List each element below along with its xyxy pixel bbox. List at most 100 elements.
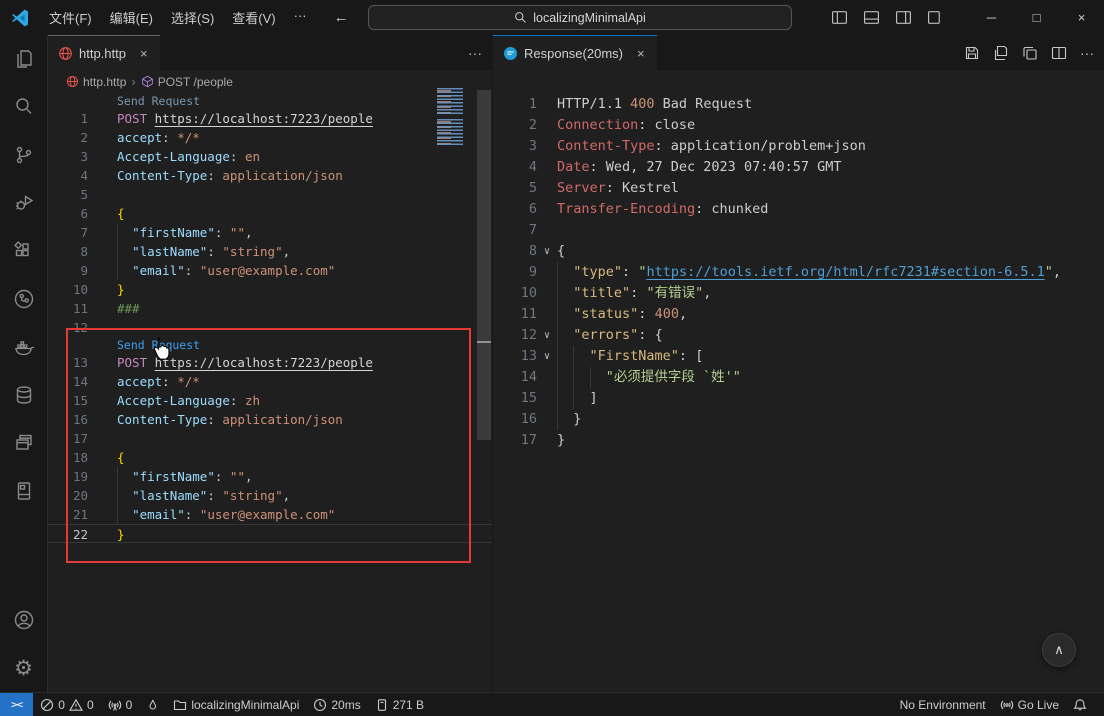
sidebar-item-extensions[interactable] (0, 227, 48, 275)
menu-more[interactable]: ··· (285, 4, 316, 31)
code-line[interactable]: 4Date: Wed, 27 Dec 2023 07:40:57 GMT (493, 157, 1104, 178)
scroll-to-top-button[interactable]: ∧ (1042, 633, 1076, 667)
code-text: "必须提供字段 `姓'" (557, 367, 1104, 388)
toggle-sidebar-icon[interactable] (828, 6, 851, 29)
code-line[interactable]: 8∨{ (493, 241, 1104, 262)
line-number: 8 (493, 241, 537, 262)
accounts-button[interactable] (0, 596, 48, 644)
code-line[interactable]: 11### (48, 299, 492, 318)
code-line[interactable]: 10} (48, 280, 492, 299)
code-line[interactable]: 5Server: Kestrel (493, 178, 1104, 199)
response-time-status[interactable]: 20ms (306, 693, 367, 716)
line-number: 6 (493, 199, 537, 220)
token: "" (230, 225, 245, 240)
toggle-panel-icon[interactable] (860, 6, 883, 29)
fold-spacer (537, 262, 557, 283)
breadcrumb-file[interactable]: http.http (66, 75, 126, 89)
workspace-status[interactable]: localizingMinimalApi (166, 693, 306, 716)
sidebar-item-gitlens[interactable] (0, 275, 48, 323)
close-tab-icon[interactable]: × (138, 46, 150, 61)
fold-icon[interactable]: ∨ (537, 325, 557, 346)
settings-button[interactable]: ⚙ (0, 644, 48, 692)
tab-http-file[interactable]: http.http × (48, 35, 160, 70)
toggle-secondary-sidebar-icon[interactable] (892, 6, 915, 29)
problems-status[interactable]: 0 0 (33, 693, 100, 716)
token (117, 225, 132, 240)
menu-item-edit[interactable]: 编辑(E) (101, 4, 162, 31)
sidebar-item-run-debug[interactable] (0, 179, 48, 227)
code-line[interactable]: 12∨ "errors": { (493, 325, 1104, 346)
code-line[interactable]: 4Content-Type: application/json (48, 166, 492, 185)
code-line[interactable]: 3Content-Type: application/problem+json (493, 136, 1104, 157)
copy-response-icon[interactable] (1022, 45, 1038, 61)
back-icon[interactable]: ← (334, 9, 349, 26)
vscode-logo-icon (10, 8, 30, 28)
code-line[interactable]: 1POST https://localhost:7223/people (48, 109, 492, 128)
token: : Kestrel (606, 180, 679, 196)
sidebar-item-docker[interactable] (0, 323, 48, 371)
sidebar-item-explorer[interactable] (0, 35, 48, 83)
fold-icon[interactable]: ∨ (537, 346, 557, 367)
code-line[interactable]: 9 "email": "user@example.com" (48, 261, 492, 280)
codelens-send-request[interactable]: Send Request (117, 94, 200, 108)
fold-icon[interactable]: ∨ (537, 241, 557, 262)
code-line[interactable]: 7 "firstName": "", (48, 223, 492, 242)
code-line[interactable]: 3Accept-Language: en (48, 147, 492, 166)
editor-response[interactable]: 1HTTP/1.1 400 Bad Request2Connection: cl… (493, 70, 1104, 451)
code-line[interactable]: 17} (493, 430, 1104, 451)
code-line[interactable]: 7 (493, 220, 1104, 241)
code-line[interactable]: 10 "title": "有错误", (493, 283, 1104, 304)
code-line[interactable]: 9 "type": "https://tools.ietf.org/html/r… (493, 262, 1104, 283)
menu-item-selection[interactable]: 选择(S) (162, 4, 223, 31)
code-line[interactable]: 5 (48, 185, 492, 204)
close-tab-icon[interactable]: × (635, 46, 647, 61)
code-line[interactable]: 14 "必须提供字段 `姓'" (493, 367, 1104, 388)
save-body-icon[interactable] (993, 45, 1009, 61)
response-size: 271 B (393, 698, 424, 712)
code-line[interactable]: 8 "lastName": "string", (48, 242, 492, 261)
codelens-row[interactable]: Send Request (48, 93, 492, 109)
scrollbar-vertical[interactable] (477, 90, 491, 440)
code-line[interactable]: 15 ] (493, 388, 1104, 409)
code-line[interactable]: 11 "status": 400, (493, 304, 1104, 325)
save-response-icon[interactable] (964, 45, 980, 61)
remote-indicator[interactable]: >< (0, 693, 33, 716)
sidebar-item-source-control[interactable] (0, 131, 48, 179)
sidebar-item-search[interactable] (0, 83, 48, 131)
command-center-search[interactable]: localizingMinimalApi (368, 5, 792, 30)
fold-spacer (88, 299, 117, 318)
code-line[interactable]: 6Transfer-Encoding: chunked (493, 199, 1104, 220)
breadcrumb-symbol[interactable]: POST /people (141, 75, 233, 89)
token (557, 369, 606, 385)
minimap[interactable] (437, 88, 471, 218)
code-line[interactable]: 1HTTP/1.1 400 Bad Request (493, 94, 1104, 115)
code-line[interactable]: 6{ (48, 204, 492, 223)
more-actions-icon[interactable]: ··· (1080, 45, 1094, 61)
rest-client-environment[interactable]: No Environment (893, 693, 993, 716)
sidebar-item-browser-preview[interactable] (0, 419, 48, 467)
maximize-icon[interactable]: □ (1014, 0, 1059, 35)
code-line[interactable]: 2Connection: close (493, 115, 1104, 136)
split-editor-icon[interactable] (1051, 45, 1067, 61)
minimize-icon[interactable]: ─ (969, 0, 1014, 35)
search-sidebar-icon (12, 95, 36, 119)
sidebar-item-device-preview[interactable] (0, 467, 48, 515)
workspace-name: localizingMinimalApi (191, 698, 299, 712)
menu-item-file[interactable]: 文件(F) (40, 4, 101, 31)
go-live-button[interactable]: Go Live (993, 693, 1066, 716)
tab-response[interactable]: Response(20ms) × (493, 35, 657, 70)
error-icon (40, 698, 54, 712)
code-line[interactable]: 2accept: */* (48, 128, 492, 147)
hot-reload-status[interactable] (139, 693, 166, 716)
ports-status[interactable]: 0 (101, 693, 140, 716)
sidebar-item-database[interactable] (0, 371, 48, 419)
close-window-icon[interactable]: × (1059, 0, 1104, 35)
response-size-status[interactable]: 271 B (368, 693, 431, 716)
code-line[interactable]: 16 } (493, 409, 1104, 430)
customize-layout-icon[interactable] (924, 6, 947, 29)
notifications-bell[interactable] (1066, 693, 1094, 716)
token: HTTP/1.1 (557, 96, 630, 112)
menu-item-view[interactable]: 查看(V) (223, 4, 284, 31)
more-actions-icon[interactable]: ··· (468, 45, 482, 61)
code-line[interactable]: 13∨ "FirstName": [ (493, 346, 1104, 367)
